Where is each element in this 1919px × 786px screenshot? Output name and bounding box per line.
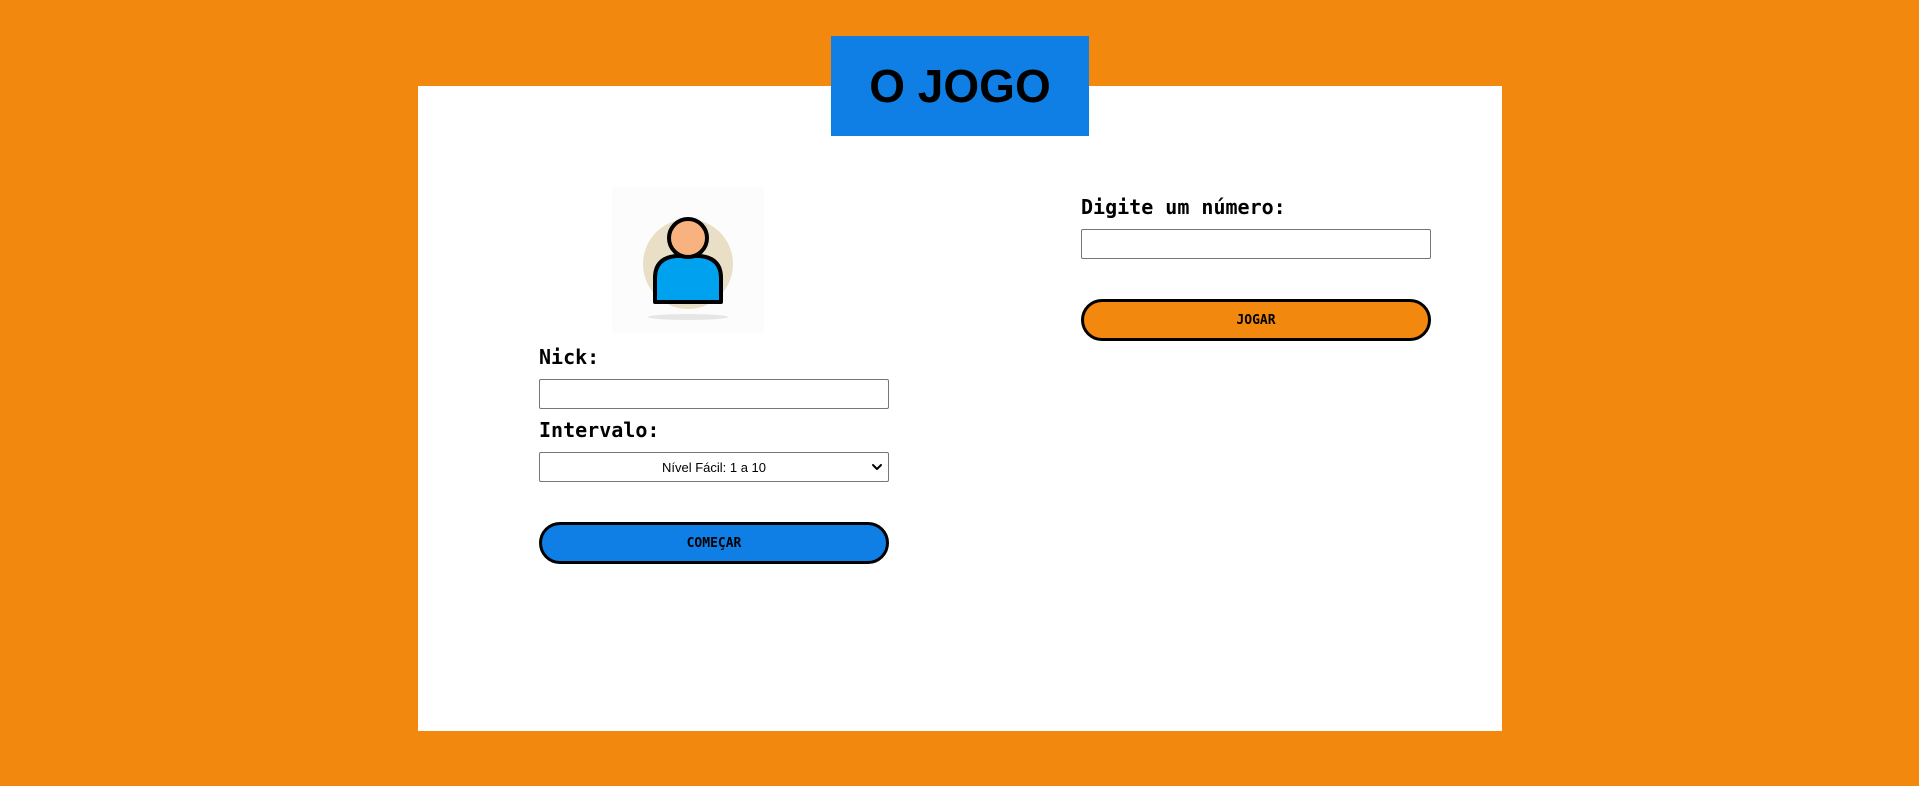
nick-label: Nick: bbox=[539, 345, 600, 369]
chevron-down-icon bbox=[870, 460, 884, 474]
play-button[interactable]: JOGAR bbox=[1081, 299, 1431, 341]
interval-selected-value: Nível Fácil: 1 a 10 bbox=[661, 459, 767, 475]
start-button[interactable]: COMEÇAR bbox=[539, 522, 889, 564]
nick-input[interactable] bbox=[539, 379, 889, 409]
page-title: O JOGO bbox=[869, 60, 1051, 112]
interval-select[interactable]: Nível Fácil: 1 a 10 bbox=[539, 452, 889, 482]
interval-label: Intervalo: bbox=[539, 418, 660, 442]
user-avatar-icon bbox=[612, 186, 764, 334]
number-label: Digite um número: bbox=[1081, 195, 1286, 219]
number-input[interactable] bbox=[1081, 229, 1431, 259]
title-banner: O JOGO bbox=[831, 36, 1089, 136]
